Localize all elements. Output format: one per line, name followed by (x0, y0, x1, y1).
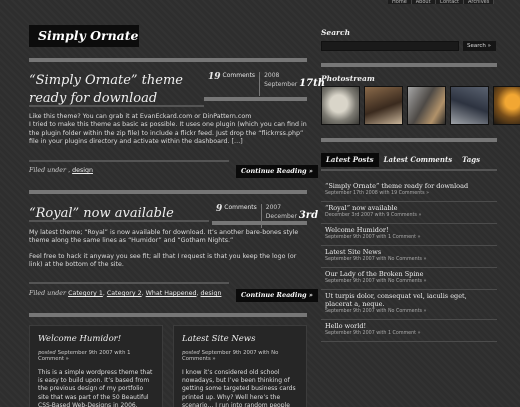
photo-thumbnail[interactable] (493, 86, 520, 125)
photo-thumbnail[interactable] (450, 86, 489, 125)
continue-reading-button[interactable]: Continue Reading » (236, 289, 318, 302)
card-meta: posted September 9th 2007 with 1 Comment… (38, 350, 131, 362)
post-excerpt: Like this theme? You can grab it at Evan… (29, 113, 307, 146)
sidebar-divider (321, 63, 497, 67)
continue-reading-button[interactable]: Continue Reading » (236, 165, 318, 178)
post-separator (29, 313, 307, 317)
category-link[interactable]: What Happened (146, 290, 197, 297)
nav-contact[interactable]: Contact (435, 0, 465, 5)
list-item[interactable]: Latest Site News September 9th 2007 with … (321, 246, 497, 268)
photo-thumbnail[interactable] (321, 86, 360, 125)
nav-about[interactable]: About (411, 0, 436, 5)
photostream-heading: Photostream (321, 74, 375, 83)
header-divider (29, 58, 307, 62)
site-logo[interactable]: Simply Ornate (29, 25, 139, 47)
list-item[interactable]: “Royal” now available December 3rd 2007 w… (321, 202, 497, 224)
photostream (321, 86, 520, 125)
tabs-underline (321, 169, 497, 171)
post-separator (29, 190, 307, 194)
excerpt-card: Latest Site News posted September 9th 20… (173, 325, 307, 407)
category-link[interactable]: design (201, 290, 222, 297)
list-item[interactable]: Ut turpis dolor, consequat vel, iaculis … (321, 290, 497, 320)
excerpt-card: Welcome Humidor! posted September 9th 20… (29, 325, 163, 407)
search-heading: Search (321, 28, 351, 37)
card-text: This is a simple wordpress theme that is… (38, 369, 153, 407)
tab-latest-comments[interactable]: Latest Comments (379, 153, 458, 167)
tab-tags[interactable]: Tags (457, 153, 485, 167)
card-meta: posted September 9th 2007 with No Commen… (182, 350, 279, 362)
card-title[interactable]: Latest Site News (182, 334, 298, 344)
meta-underline (212, 221, 307, 225)
tab-latest-posts[interactable]: Latest Posts (321, 153, 379, 167)
list-item[interactable]: “Simply Ornate” theme ready for download… (321, 180, 497, 202)
post-footer-rule (29, 160, 229, 162)
category-link[interactable]: Category 2 (107, 290, 142, 297)
nav-home[interactable]: Home (388, 0, 412, 5)
list-item[interactable]: Welcome Humidor! September 9th 2007 with … (321, 224, 497, 246)
search-button[interactable]: Search » (463, 41, 496, 51)
post-date: 2007 December 3rd (265, 204, 319, 221)
card-title[interactable]: Welcome Humidor! (38, 334, 154, 344)
sidebar-tabs: Latest Posts Latest Comments Tags (321, 153, 497, 167)
card-text: I know it’s considered old school nowada… (182, 369, 296, 407)
post-date: 2008 September 17th (264, 72, 325, 89)
photo-thumbnail[interactable] (364, 86, 403, 125)
search-input[interactable] (321, 41, 459, 51)
comment-count[interactable]: 19 Comments (204, 72, 261, 96)
post-excerpt: My latest theme; “Royal” is now availabl… (29, 229, 299, 269)
latest-posts-list: “Simply Ornate” theme ready for download… (321, 180, 497, 342)
list-item[interactable]: Our Lady of the Broken Spine September 9t… (321, 268, 497, 290)
title-underline (29, 220, 209, 222)
post-categories: Filed under , design (29, 167, 93, 174)
post-footer-rule (29, 282, 229, 284)
post-categories: Filed under Category 1, Category 2, What… (29, 290, 222, 297)
post-title[interactable]: “Simply Ornate” theme ready for download (29, 72, 207, 108)
category-link[interactable]: Category 1 (68, 290, 103, 297)
photo-thumbnail[interactable] (407, 86, 446, 125)
meta-underline (204, 97, 307, 101)
title-underline (29, 105, 204, 107)
list-item[interactable]: Hello world! September 9th 2007 with 1 Co… (321, 320, 497, 342)
post-meta: 19 Comments 2008 September 17th (204, 72, 325, 96)
nav-archives[interactable]: Archives (464, 0, 495, 5)
sidebar-divider (321, 138, 497, 142)
category-link[interactable]: design (72, 167, 93, 174)
top-nav: Home About Contact Archives (388, 0, 495, 5)
